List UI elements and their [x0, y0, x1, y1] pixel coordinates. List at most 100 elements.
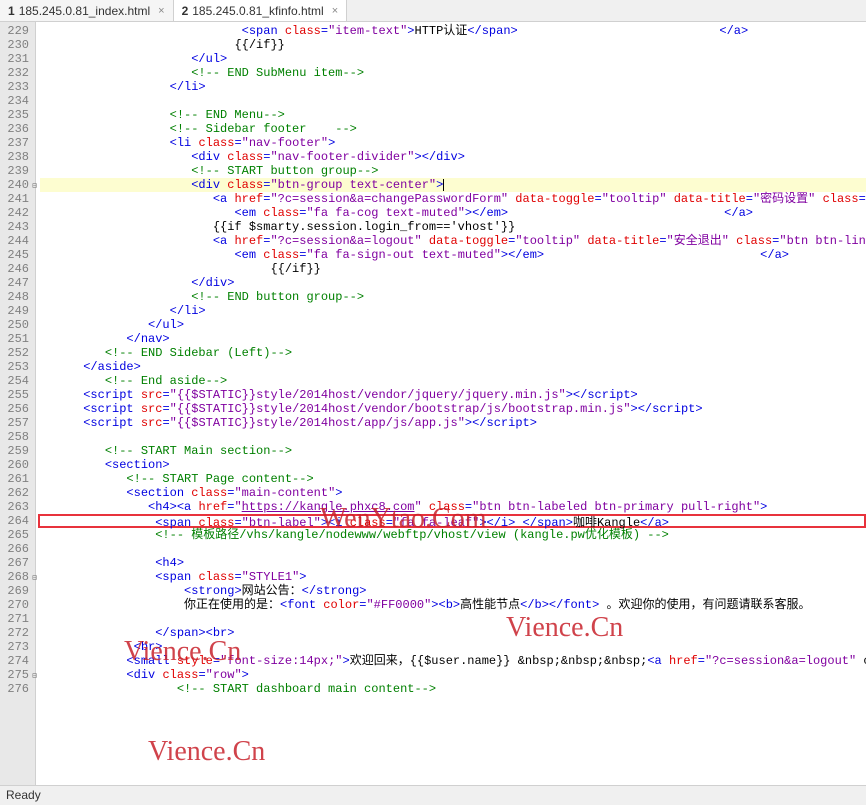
token-attr: class [191, 486, 227, 500]
code-line[interactable] [40, 612, 866, 626]
code-line[interactable]: <em class="fa fa-sign-out text-muted"></… [40, 248, 866, 262]
token-tag: ></script> [631, 402, 703, 416]
code-line[interactable]: <span class="item-text">HTTP认证</span> </… [40, 24, 866, 38]
token-attr: class [263, 248, 299, 262]
tab-filename: 185.245.0.81_index.html [19, 4, 150, 18]
token-val: "item-text" [328, 24, 407, 38]
token-val: " [415, 500, 422, 514]
token-txt [508, 206, 724, 220]
code-line[interactable] [40, 430, 866, 444]
code-line[interactable]: <h4> [40, 556, 866, 570]
code-line[interactable]: <!-- END SubMenu item--> [40, 66, 866, 80]
token-tag: <h4><a [148, 500, 191, 514]
token-tag: </a> [724, 206, 753, 220]
code-line[interactable]: {{/if}} [40, 38, 866, 52]
token-tag: <div [191, 150, 220, 164]
code-line[interactable]: <!-- 模板路径/vhs/kangle/nodewww/webftp/vhos… [40, 528, 866, 542]
code-line[interactable]: <div class="row"> [40, 668, 866, 682]
tab-number: 1 [8, 4, 15, 18]
token-attr: class [227, 178, 263, 192]
token-tag: <section> [105, 458, 170, 472]
line-number: 267 [4, 556, 29, 570]
token-val: "?c=session&a=changePasswordForm" [270, 192, 508, 206]
line-number: 251 [4, 332, 29, 346]
close-icon[interactable]: × [332, 5, 338, 17]
token-txt [748, 24, 866, 38]
code-line[interactable]: <section> [40, 458, 866, 472]
code-line[interactable]: </li> [40, 80, 866, 94]
code-line[interactable]: <section class="main-content"> [40, 486, 866, 500]
code-line[interactable]: </div> [40, 276, 866, 290]
token-tag: = [859, 192, 866, 206]
text-cursor [443, 179, 444, 191]
code-line[interactable]: <div class="nav-footer-divider"></div> [40, 150, 866, 164]
code-line[interactable]: <!-- START button group--> [40, 164, 866, 178]
token-attr: class [263, 206, 299, 220]
tab-2[interactable]: 2 185.245.0.81_kfinfo.html × [174, 0, 348, 21]
code-line[interactable]: <!-- START dashboard main content--> [40, 682, 866, 696]
token-txt: HTTP认证 [415, 24, 468, 38]
close-icon[interactable]: × [158, 5, 164, 17]
code-line[interactable]: <!-- START Page content--> [40, 472, 866, 486]
code-line[interactable]: <br> [40, 640, 866, 654]
code-line[interactable] [40, 542, 866, 556]
code-line[interactable]: <small style="font-size:14px;">欢迎回来，{{$u… [40, 654, 866, 668]
code-line[interactable]: <a href="?c=session&a=logout" data-toggl… [40, 234, 866, 248]
code-line[interactable]: </li> [40, 304, 866, 318]
token-tag: ></em> [501, 248, 544, 262]
code-line[interactable]: <!-- END Sidebar (Left)--> [40, 346, 866, 360]
code-line[interactable]: <script src="{{$STATIC}}style/2014host/v… [40, 388, 866, 402]
code-line[interactable]: </ul> [40, 318, 866, 332]
token-txt [422, 500, 429, 514]
token-tag: </aside> [83, 360, 141, 374]
token-tag: = [321, 24, 328, 38]
code-line[interactable] [40, 94, 866, 108]
code-line[interactable]: <h4><a href="https://kangle.phxc8.com" c… [40, 500, 866, 514]
line-number: 230 [4, 38, 29, 52]
status-text: Ready [6, 788, 41, 802]
code-line[interactable]: <!-- End aside--> [40, 374, 866, 388]
token-tag: </a> [719, 24, 748, 38]
code-line[interactable]: <!-- Sidebar footer --> [40, 122, 866, 136]
code-area[interactable]: <span class="item-text">HTTP认证</span> </… [36, 22, 866, 785]
code-line[interactable]: {{/if}} [40, 262, 866, 276]
token-val: "btn btn-labeled btn-primary pull-right" [472, 500, 760, 514]
code-line[interactable]: </aside> [40, 360, 866, 374]
code-line[interactable]: </span><br> [40, 626, 866, 640]
code-line[interactable]: <div class="btn-group text-center"> [40, 178, 866, 192]
code-line[interactable]: <!-- END Menu--> [40, 108, 866, 122]
line-number: 272 [4, 626, 29, 640]
code-line[interactable]: <li class="nav-footer"> [40, 136, 866, 150]
code-line[interactable]: <!-- END button group--> [40, 290, 866, 304]
code-line[interactable]: <span class="STYLE1"> [40, 570, 866, 584]
token-attr: color [323, 598, 359, 612]
code-line[interactable]: {{if $smarty.session.login_from=='vhost'… [40, 220, 866, 234]
token-attr: data-toggle [515, 192, 594, 206]
code-line[interactable]: <script src="{{$STATIC}}style/2014host/v… [40, 402, 866, 416]
code-line[interactable]: <span class="btn-label"><i class="fa fa-… [38, 514, 866, 528]
token-val: "#FF0000" [366, 598, 431, 612]
token-tag: </div> [191, 276, 234, 290]
code-line[interactable]: 你正在使用的是：<font color="#FF0000"><b>高性能节点</… [40, 598, 866, 612]
token-val: "fa fa-cog text-muted" [306, 206, 464, 220]
token-comment: <!-- END Sidebar (Left)--> [105, 346, 292, 360]
tab-1[interactable]: 1 185.245.0.81_index.html × [0, 0, 174, 21]
token-attr: class [285, 24, 321, 38]
token-tag: > [436, 178, 443, 192]
code-line[interactable]: <script src="{{$STATIC}}style/2014host/a… [40, 416, 866, 430]
token-txt: 网站公告： [242, 584, 302, 598]
code-line[interactable]: <!-- START Main section--> [40, 444, 866, 458]
line-number: 238 [4, 150, 29, 164]
token-comment: <!-- 模板路径/vhs/kangle/nodewww/webftp/vhos… [155, 528, 669, 542]
token-tag: > [760, 500, 767, 514]
code-line[interactable]: <a href="?c=session&a=changePasswordForm… [40, 192, 866, 206]
code-line[interactable]: </ul> [40, 52, 866, 66]
token-tag: <script [83, 416, 133, 430]
code-line[interactable]: <em class="fa fa-cog text-muted"></em> <… [40, 206, 866, 220]
code-line[interactable]: </nav> [40, 332, 866, 346]
code-line[interactable]: <strong>网站公告：</strong> [40, 584, 866, 598]
token-attr: src [141, 416, 163, 430]
token-comment: <!-- END SubMenu item--> [191, 66, 364, 80]
token-txt: {{/if}} [270, 262, 320, 276]
line-number-gutter[interactable]: 229230231232233234235236237238239240⊟241… [0, 22, 36, 785]
